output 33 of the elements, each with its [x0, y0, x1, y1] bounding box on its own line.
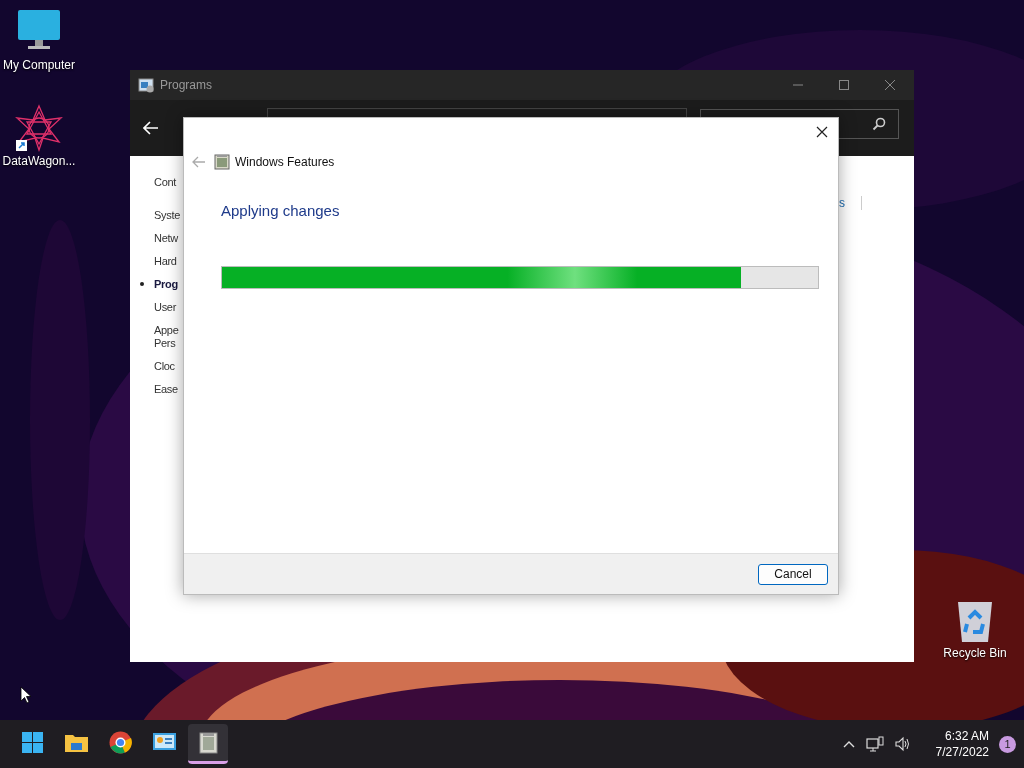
- sidebar-link[interactable]: Netw: [154, 231, 178, 244]
- notification-badge[interactable]: 1: [999, 735, 1016, 753]
- dialog-title: Windows Features: [235, 155, 335, 169]
- mouse-pointer-icon: [20, 686, 32, 704]
- features-icon: [214, 154, 230, 170]
- sidebar-link[interactable]: User: [154, 300, 177, 313]
- volume-icon[interactable]: [893, 736, 912, 752]
- close-icon[interactable]: [816, 126, 828, 138]
- sidebar-link[interactable]: Pers: [154, 337, 176, 349]
- window-title: Programs: [160, 78, 212, 92]
- desktop-icon-label[interactable]: Recycle Bin: [943, 646, 1007, 660]
- sidebar-link[interactable]: Ease: [154, 382, 178, 395]
- sidebar-link[interactable]: Cloc: [154, 359, 175, 372]
- browser-icon[interactable]: [107, 730, 133, 755]
- sidebar-link[interactable]: Hard: [154, 254, 177, 267]
- sidebar-link[interactable]: Syste: [154, 208, 180, 221]
- sidebar-link[interactable]: Appe: [154, 323, 179, 336]
- sidebar-link[interactable]: Prog: [154, 277, 178, 290]
- star-shortcut-icon[interactable]: [15, 104, 63, 152]
- network-icon[interactable]: [865, 736, 884, 752]
- bullet-icon: [140, 281, 144, 286]
- cancel-button[interactable]: Cancel: [758, 563, 828, 585]
- maximize-icon[interactable]: [838, 79, 850, 91]
- sidebar-link[interactable]: Cont: [154, 175, 177, 188]
- desktop-icon-label[interactable]: DataWagon...: [2, 154, 76, 168]
- windows-logo-icon[interactable]: [19, 730, 45, 755]
- status-heading: Applying changes: [221, 202, 341, 219]
- clock-date[interactable]: 7/27/2022: [935, 744, 989, 760]
- taskbar-button[interactable]: [188, 724, 228, 764]
- clock-time[interactable]: 6:32 AM: [944, 728, 989, 744]
- control-panel-icon: [138, 77, 154, 93]
- search-icon[interactable]: [872, 117, 886, 131]
- desktop-icon-label[interactable]: My Computer: [3, 58, 75, 72]
